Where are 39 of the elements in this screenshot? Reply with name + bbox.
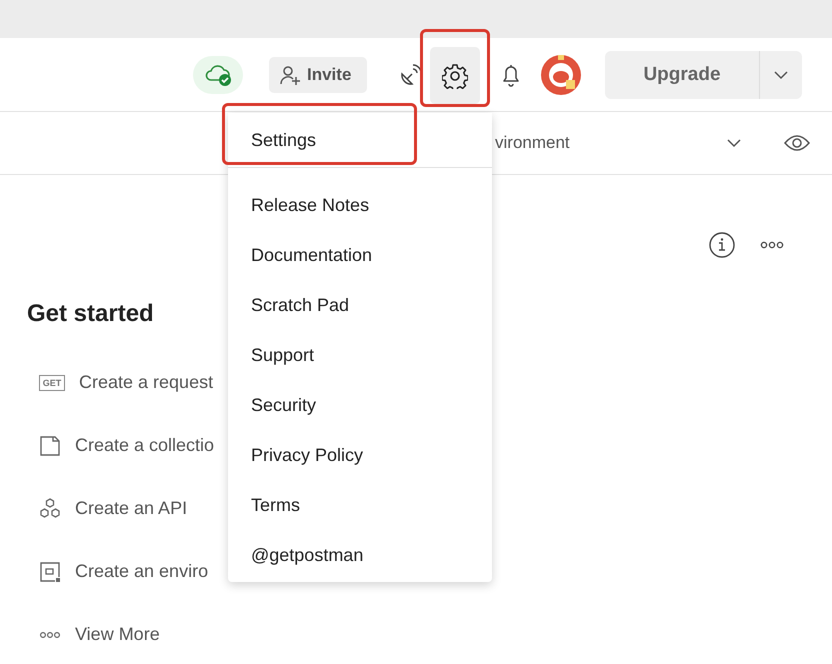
avatar-icon[interactable] — [540, 54, 582, 96]
menu-item[interactable]: @getpostman — [228, 530, 492, 580]
action-link[interactable]: GET Create a request — [27, 351, 214, 414]
section-heading: Get started — [27, 300, 154, 328]
action-label: View More — [75, 624, 160, 645]
chevron-down-icon — [773, 70, 789, 80]
settings-button[interactable] — [430, 47, 480, 104]
environment-label: vironment — [495, 133, 570, 153]
action-link[interactable]: View More — [27, 603, 160, 664]
cloud-check-icon — [204, 62, 232, 86]
action-label: Create an enviro — [75, 561, 208, 582]
menu-item[interactable]: Terms — [228, 480, 492, 530]
action-link[interactable]: Create an API — [27, 477, 188, 540]
menu-item[interactable]: Privacy Policy — [228, 430, 492, 480]
menu-item[interactable]: Release Notes — [228, 180, 492, 230]
action-link[interactable]: Create an enviro — [27, 540, 208, 603]
menu-item[interactable]: Security — [228, 380, 492, 430]
settings-icon — [442, 62, 468, 88]
action-label: Create a request — [79, 372, 214, 393]
action-link[interactable]: Create a collectio — [27, 414, 214, 477]
hexagons-icon — [39, 498, 61, 520]
action-label: Create a collectio — [75, 435, 214, 456]
add-person-icon — [279, 64, 301, 86]
window-icon — [39, 560, 61, 582]
menu-item[interactable]: Settings — [228, 115, 316, 165]
get-request-icon: GET — [39, 374, 65, 390]
chevron-down-icon — [726, 138, 742, 148]
invite-button[interactable]: Invite — [269, 56, 367, 92]
sync-status-icon[interactable] — [193, 56, 243, 94]
menu-item[interactable]: Documentation — [228, 230, 492, 280]
document-icon — [39, 434, 61, 456]
more-options-icon[interactable] — [760, 241, 784, 249]
menu-item[interactable]: Support — [228, 330, 492, 380]
info-icon[interactable] — [708, 231, 736, 259]
environment-selector[interactable]: vironment — [495, 133, 742, 153]
ellipsis-icon — [39, 630, 61, 638]
menu-item[interactable]: Scratch Pad — [228, 280, 492, 330]
eye-icon[interactable] — [783, 133, 811, 153]
action-label: Create an API — [75, 498, 188, 519]
